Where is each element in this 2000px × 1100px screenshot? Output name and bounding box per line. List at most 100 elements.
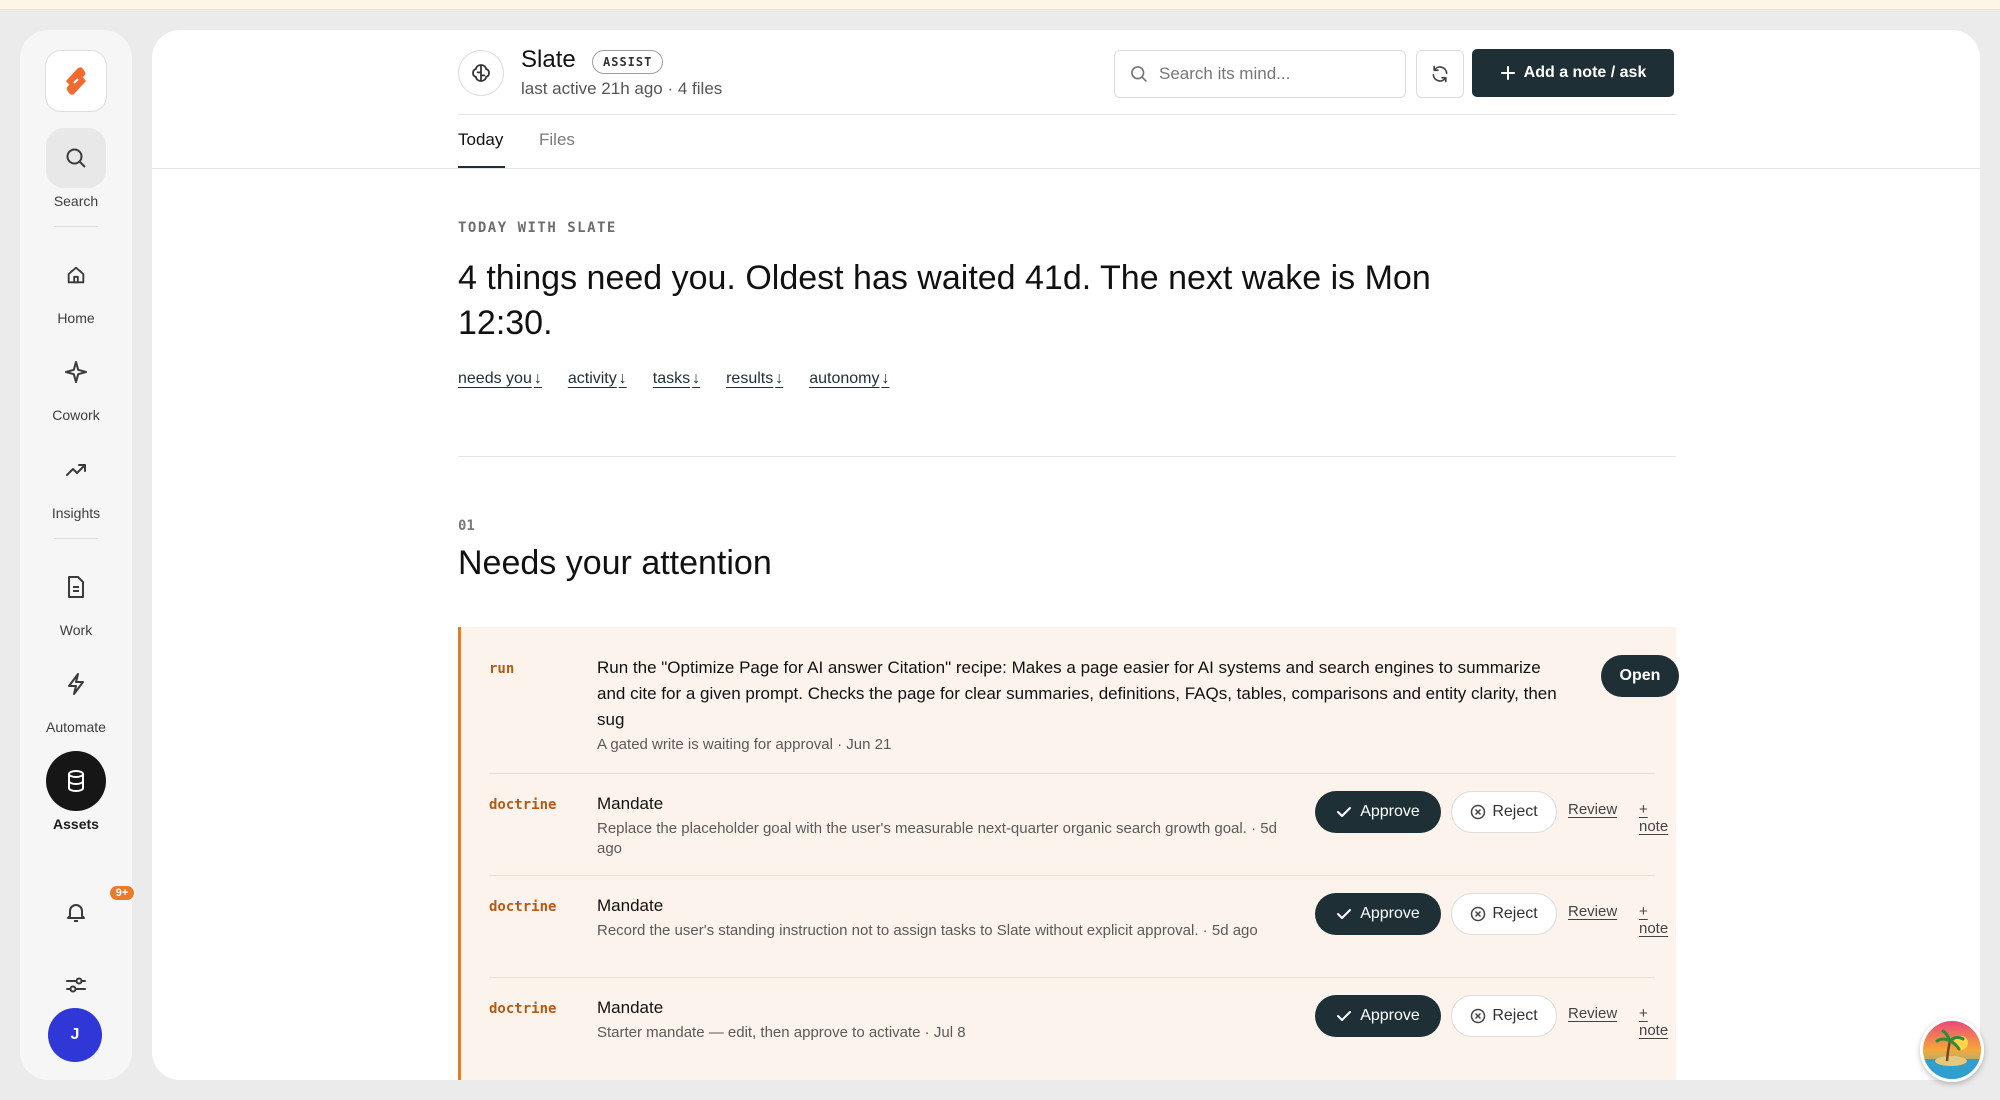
approve-label: Approve [1360, 803, 1420, 820]
section-title: Needs your attention [458, 544, 772, 582]
sidebar-item-automate[interactable]: Automate [20, 654, 132, 736]
check-icon [1337, 909, 1352, 919]
jump-link-results[interactable]: results ↓ [726, 370, 783, 388]
agent-meta: last active 21h ago · 4 files [521, 79, 723, 98]
add-note-link[interactable]: + note [1639, 1005, 1668, 1039]
home-icon [46, 245, 106, 305]
refresh-icon [1432, 65, 1448, 83]
jump-link-label: results [726, 370, 774, 387]
x-circle-icon [1471, 804, 1486, 820]
review-link[interactable]: Review [1568, 801, 1617, 818]
reject-button[interactable]: Reject [1451, 893, 1557, 935]
attention-panel: run Run the "Optimize Page for AI answer… [458, 627, 1679, 1080]
logo-icon [66, 67, 86, 95]
sidebar-item-label: Insights [51, 505, 101, 521]
trend-up-icon [46, 440, 106, 500]
sidebar-item-insights[interactable]: Insights [20, 440, 132, 522]
bell-icon: 9+ [46, 884, 136, 932]
sidebar-item-label: Work [59, 622, 93, 638]
sidebar-item-home[interactable]: Home [20, 245, 132, 327]
jump-link-tasks[interactable]: tasks ↓ [653, 370, 700, 388]
sidebar-divider [54, 226, 98, 227]
sidebar-item-cowork[interactable]: Cowork [20, 342, 132, 424]
open-button[interactable]: Open [1601, 655, 1679, 697]
arrow-down-icon: ↓ [618, 370, 627, 387]
item-kind: doctrine [489, 899, 557, 915]
jump-link-needs-you[interactable]: needs you ↓ [458, 370, 542, 388]
document-icon [46, 557, 106, 617]
item-kind: doctrine [489, 797, 557, 813]
reject-button[interactable]: Reject [1451, 995, 1557, 1037]
jump-link-autonomy[interactable]: autonomy ↓ [809, 370, 889, 388]
agent-name: Slate [521, 46, 576, 73]
item-title: Mandate [597, 998, 664, 1017]
app-logo[interactable] [45, 50, 107, 112]
attention-item-run: run Run the "Optimize Page for AI answer… [489, 655, 1679, 755]
sidebar-item-label: Search [53, 193, 99, 209]
item-kind: run [489, 661, 515, 677]
row-divider [489, 977, 1655, 978]
row-divider [489, 875, 1655, 876]
jump-link-label: tasks [652, 370, 691, 387]
sidebar-item-label: Automate [46, 719, 106, 735]
item-title: Run the "Optimize Page for AI answer Cit… [597, 658, 1557, 729]
section-jump-links: needs you ↓ activity ↓ tasks ↓ results ↓ aut… [458, 370, 889, 388]
add-note-link[interactable]: + note [1639, 801, 1668, 835]
x-circle-icon [1471, 1008, 1486, 1024]
reject-button[interactable]: Reject [1451, 791, 1557, 833]
main-panel: Slate ASSIST last active 21h ago · 4 fil… [152, 30, 1980, 1080]
approve-label: Approve [1360, 1007, 1420, 1024]
jump-link-label: activity [567, 370, 617, 387]
x-circle-icon [1471, 906, 1486, 922]
notification-badge: 9+ [108, 884, 136, 902]
attention-item-mandate: doctrine Mandate Starter mandate — edit,… [489, 995, 1668, 1055]
jump-link-activity[interactable]: activity ↓ [568, 370, 627, 388]
refresh-button[interactable] [1416, 50, 1464, 98]
item-title: Mandate [597, 896, 664, 915]
section-divider [458, 456, 1676, 457]
item-desc: A gated write is waiting for approval · … [597, 736, 892, 753]
sidebar-item-label: Home [57, 310, 95, 326]
tab-today[interactable]: Today [458, 130, 503, 150]
item-desc: Replace the placeholder goal with the us… [597, 820, 1277, 857]
search-icon [46, 128, 106, 188]
add-note-link[interactable]: + note [1639, 903, 1668, 937]
search-input[interactable] [1159, 64, 1389, 84]
settings-button[interactable] [20, 965, 132, 1005]
tab-files[interactable]: Files [539, 130, 575, 150]
add-note-button[interactable]: Add a note / ask [1472, 49, 1674, 97]
review-link[interactable]: Review [1568, 903, 1617, 920]
lightning-icon [46, 654, 106, 714]
row-divider [489, 773, 1655, 774]
attention-item-mandate: doctrine Mandate Record the user's stand… [489, 893, 1668, 963]
sidebar-item-work[interactable]: Work [20, 557, 132, 639]
jump-link-label: needs you [458, 370, 532, 387]
item-desc: Record the user's standing instruction n… [597, 922, 1258, 939]
top-strip [0, 0, 2000, 10]
section-number: 01 [458, 518, 475, 534]
jump-link-label: autonomy [809, 370, 880, 387]
arrow-down-icon: ↓ [775, 370, 784, 387]
reject-label: Reject [1492, 905, 1538, 922]
sidebar-item-label: Assets [53, 816, 99, 832]
agent-mode-badge: ASSIST [592, 50, 664, 74]
review-link[interactable]: Review [1568, 1005, 1617, 1022]
sidebar: Search Home Cowork Insights Work Automat… [20, 30, 136, 1080]
sidebar-item-search[interactable]: Search [20, 128, 132, 210]
approve-button[interactable]: Approve [1315, 995, 1441, 1037]
arrow-down-icon: ↓ [533, 370, 542, 387]
item-kind: doctrine [489, 1001, 557, 1017]
notifications-button[interactable]: 9+ [20, 884, 136, 932]
assistant-avatar-button[interactable] [1920, 1018, 1984, 1082]
tabs-divider [152, 168, 1980, 169]
sidebar-item-assets[interactable]: Assets [20, 751, 132, 833]
search-field[interactable] [1114, 50, 1406, 98]
approve-button[interactable]: Approve [1315, 893, 1441, 935]
plus-icon [1500, 66, 1515, 80]
approve-button[interactable]: Approve [1315, 791, 1441, 833]
sidebar-divider [54, 538, 98, 539]
user-avatar[interactable]: J [48, 1008, 102, 1062]
sliders-icon [46, 965, 106, 1005]
approve-label: Approve [1360, 905, 1420, 922]
reject-label: Reject [1492, 1007, 1538, 1024]
